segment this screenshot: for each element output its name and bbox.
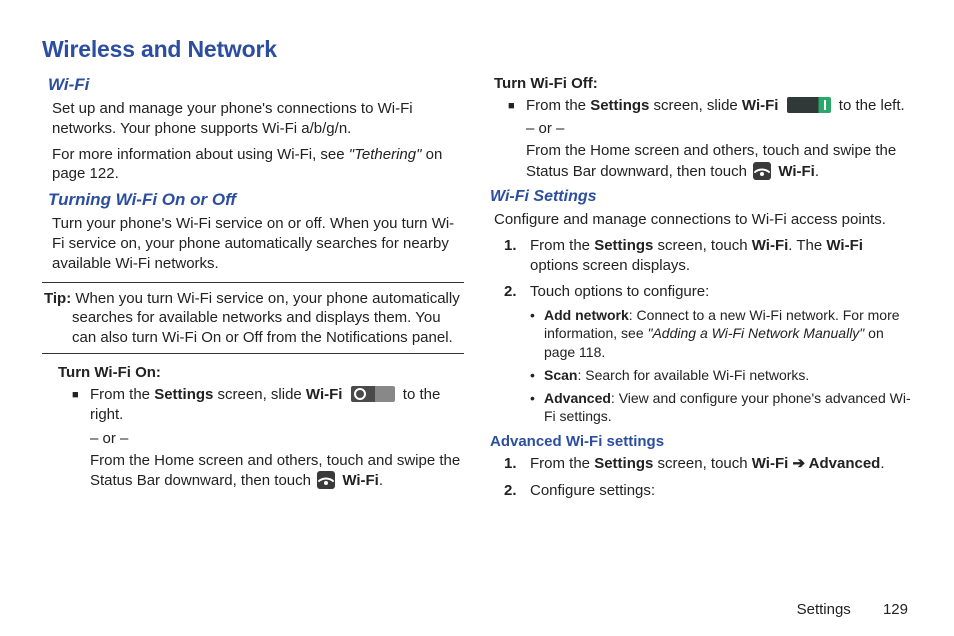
wifi-settings-heading: Wi-Fi Settings [490,188,912,206]
text: to the left. [839,97,905,114]
option-label: Scan [544,367,577,383]
wifi-ref: Wi-Fi [752,455,789,472]
turn-off-heading: Turn Wi-Fi Off: [494,75,912,92]
text: Configure settings: [530,482,655,499]
text: . The [788,237,826,254]
turn-on-heading: Turn Wi-Fi On: [58,364,464,381]
text: Touch options to configure: [530,283,709,300]
text: . [815,163,819,180]
turn-off-text: From the Settings screen, slide Wi-Fi to… [526,96,912,116]
step-number: 1. [504,236,517,256]
arrow-icon: ➔ [788,455,808,472]
settings-ref: Settings [154,386,213,403]
wifi-icon [753,162,771,180]
advanced-steps: 1. From the Settings screen, touch Wi-Fi… [504,454,912,501]
text: . [880,455,884,472]
text: For more information about using Wi-Fi, … [52,146,349,163]
turn-off-alt: From the Home screen and others, touch a… [526,141,912,182]
wifi-ref: Wi-Fi [826,237,863,254]
tip-box: Tip: When you turn Wi-Fi service on, you… [42,282,464,355]
wifi-ref: Wi-Fi [306,386,343,403]
text: screen, slide [213,386,306,403]
advanced-heading: Advanced Wi-Fi settings [490,433,912,450]
advanced-ref: Advanced [809,455,881,472]
text: From the Home screen and others, touch a… [526,142,896,179]
text: : Search for available Wi-Fi networks. [577,367,809,383]
wifi-icon [317,471,335,489]
page-number: 129 [883,601,908,618]
two-column-layout: Wi-Fi Set up and manage your phone's con… [42,69,912,507]
left-column: Wi-Fi Set up and manage your phone's con… [42,69,464,507]
step-2: 2. Touch options to configure: Add netwo… [504,282,912,425]
settings-ref: Settings [590,97,649,114]
settings-ref: Settings [594,455,653,472]
step-number: 1. [504,454,517,474]
turn-on-text: From the Settings screen, slide Wi-Fi to… [90,385,464,426]
wifi-ref: Wi-Fi [342,472,379,489]
cross-ref: "Adding a Wi-Fi Network Manually" [648,325,865,341]
manual-page: Wireless and Network Wi-Fi Set up and ma… [0,0,954,636]
wifi-settings-intro: Configure and manage connections to Wi-F… [494,210,912,230]
settings-ref: Settings [594,237,653,254]
text: From the [530,455,594,472]
text: . [379,472,383,489]
tip-text: When you turn Wi-Fi service on, your pho… [71,290,460,346]
wifi-ref: Wi-Fi [742,97,779,114]
turn-on-alt: From the Home screen and others, touch a… [90,451,464,492]
step-number: 2. [504,481,517,501]
wifi-settings-steps: 1. From the Settings screen, touch Wi-Fi… [504,236,912,426]
square-bullet-icon: ■ [508,99,526,114]
page-title: Wireless and Network [42,36,912,63]
config-options: Add network: Connect to a new Wi-Fi netw… [530,306,912,425]
wifi-ref: Wi-Fi [752,237,789,254]
step-number: 2. [504,282,517,302]
turn-on-bullet: ■ From the Settings screen, slide Wi-Fi … [72,385,464,426]
cross-ref: "Tethering" [349,146,422,163]
wifi-heading: Wi-Fi [48,75,464,95]
toggle-off-icon [351,386,395,402]
right-column: Turn Wi-Fi Off: ■ From the Settings scre… [490,69,912,507]
text: screen, touch [653,455,751,472]
wifi-intro-1: Set up and manage your phone's connectio… [52,99,464,139]
square-bullet-icon: ■ [72,388,90,403]
footer-section: Settings [797,601,851,618]
adv-step-2: 2. Configure settings: [504,481,912,501]
text: From the Home screen and others, touch a… [90,452,460,489]
adv-step-1: 1. From the Settings screen, touch Wi-Fi… [504,454,912,474]
option-scan: Scan: Search for available Wi-Fi network… [530,366,912,384]
text: From the [530,237,594,254]
toggle-on-icon [787,97,831,113]
text: options screen displays. [530,257,690,274]
text: screen, touch [653,237,751,254]
or-divider: – or – [526,120,912,137]
wifi-ref: Wi-Fi [778,163,815,180]
option-add-network: Add network: Connect to a new Wi-Fi netw… [530,306,912,361]
wifi-intro-2: For more information about using Wi-Fi, … [52,145,464,185]
text: From the [526,97,590,114]
option-label: Advanced [544,390,611,406]
turning-paragraph: Turn your phone's Wi-Fi service on or of… [52,214,464,273]
option-advanced: Advanced: View and configure your phone'… [530,389,912,425]
turn-off-bullet: ■ From the Settings screen, slide Wi-Fi … [508,96,912,116]
page-footer: Settings 129 [797,601,908,618]
text: screen, slide [649,97,742,114]
tip-label: Tip: [44,290,71,307]
step-1: 1. From the Settings screen, touch Wi-Fi… [504,236,912,277]
turning-heading: Turning Wi-Fi On or Off [48,190,464,210]
or-divider: – or – [90,430,464,447]
option-label: Add network [544,307,629,323]
text: From the [90,386,154,403]
